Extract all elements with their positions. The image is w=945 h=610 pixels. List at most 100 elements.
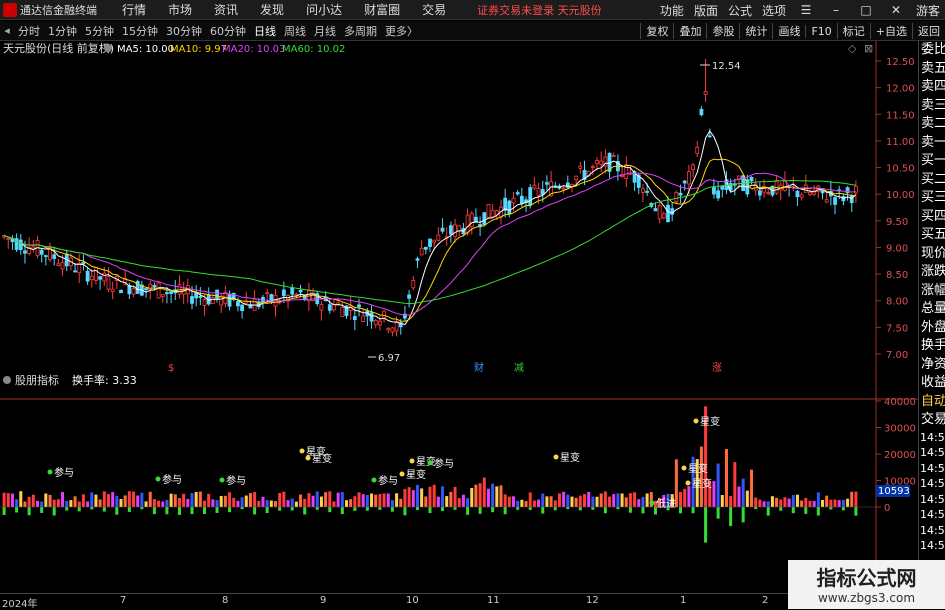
event-marker-dividend[interactable]: $ [168,363,174,374]
menu-trade[interactable]: 交易 [422,1,446,18]
menu-discover[interactable]: 发现 [260,1,284,18]
indicator-bar [119,499,123,507]
menu-market-quotes[interactable]: 行情 [122,1,146,18]
mark-button[interactable]: 标记 [836,23,870,39]
indicator-negative-bar [528,507,532,510]
annotation-dot [399,471,405,477]
menu-wealth[interactable]: 财富圈 [364,1,400,18]
watermark-url: www.zbgs3.com [817,591,916,605]
indicator-bar [415,484,419,507]
menu-layout[interactable]: 版面 [694,2,718,19]
indicator-bar [829,499,833,507]
period-tab-30min[interactable]: 30分钟 [166,23,202,39]
period-tab-monthly[interactable]: 月线 [314,23,336,39]
menu-function[interactable]: 功能 [660,2,684,19]
settings-icon[interactable] [104,44,112,52]
period-tab-intraday[interactable]: 分时 [18,23,40,39]
indicator-title[interactable]: 股朋指标 [15,373,59,387]
candle-body [712,187,716,195]
indicator-bar [161,501,165,507]
annotation-label: 星变 [312,452,332,465]
period-tab-multi[interactable]: 多周期 [344,23,377,39]
restore-rights-button[interactable]: 复权 [640,23,673,39]
period-tab-more[interactable]: 更多〉 [385,23,418,39]
indicator-bar [791,494,795,507]
menu-icon[interactable]: ☰ [796,3,816,17]
indicator-negative-bar [428,507,432,514]
minimize-icon[interactable]: – [826,3,846,17]
guest-label[interactable]: 游客 [916,2,940,19]
maximize-icon[interactable]: □ [856,3,876,17]
quote-row-label: 卖二 [921,116,945,131]
indicator-bar [687,486,691,507]
candle-body [265,292,270,295]
candle-body [89,275,94,280]
event-marker-finance[interactable]: 财 [474,361,484,374]
menu-options[interactable]: 选项 [762,2,786,19]
auto-trade-label[interactable]: 自动 [919,393,945,412]
indicator-bar [294,501,298,507]
indicator-bar [754,497,758,507]
add-watchlist-button[interactable]: +自选 [869,23,912,39]
indicator-settings-icon[interactable] [3,376,11,384]
trade-time: 14:5 [920,539,945,552]
sidebar-toggle-icon[interactable]: ◂ [0,24,14,37]
period-tab-15min[interactable]: 15分钟 [122,23,158,39]
indicator-bar [340,492,344,507]
indicator-bar [236,500,240,507]
indicator-bar [403,488,407,507]
trade-label[interactable]: 交易 [919,411,945,430]
indicator-metric: 换手率: 3.33 [72,373,137,387]
candle-body [440,227,445,232]
indicator-bar [620,493,624,507]
price-tick-label: 7.00 [886,350,908,361]
indicator-bar [127,491,131,507]
diamond-icon[interactable]: ◇ [848,42,857,55]
event-marker-reduce[interactable]: 减 [514,362,524,374]
menu-ask[interactable]: 问小达 [306,1,342,18]
drawing-button[interactable]: 画线 [772,23,805,39]
indicator-bar [390,500,394,507]
f10-button[interactable]: F10 [805,24,836,38]
candle-body [536,188,541,196]
period-tab-5min[interactable]: 5分钟 [85,23,114,39]
indicator-bar [532,500,536,507]
stock-chart[interactable]: 12.50 12.00 11.50 11.00 10.50 10.00 9.50 9.00 8.… [0,41,918,593]
event-marker-limit-up[interactable]: 涨 [712,362,722,374]
indicator-bar [612,494,616,507]
period-tab-1min[interactable]: 1分钟 [48,23,77,39]
back-button[interactable]: 返回 [912,23,945,39]
indicator-negative-bar [315,507,319,510]
annotation-dot [693,418,699,424]
indicator-bar [173,494,177,507]
menu-formula[interactable]: 公式 [728,2,752,19]
price-tick-label: 11.50 [886,110,915,121]
period-tab-daily[interactable]: 日线 [254,23,276,39]
indicator-bar [587,491,591,507]
indicator-bar [77,501,81,507]
shareholding-button[interactable]: 参股 [706,23,739,39]
candle-body [703,91,708,95]
statistics-button[interactable]: 统计 [739,23,772,39]
candle-body [210,297,215,305]
indicator-bar [370,493,374,507]
indicator-bar [762,501,766,507]
indicator-bar [737,486,741,507]
period-tab-weekly[interactable]: 周线 [284,23,306,39]
crosshair-icon[interactable]: ⊠ [864,42,873,55]
period-tab-60min[interactable]: 60分钟 [210,23,246,39]
overlay-button[interactable]: 叠加 [673,23,706,39]
indicator-bar [833,499,837,507]
candle-body [390,327,395,333]
candle-body [486,204,491,218]
menu-news[interactable]: 资讯 [214,1,238,18]
indicator-negative-bar [704,507,708,543]
candle-body [361,315,366,322]
candle-body [190,296,194,304]
quote-row-label: 总量 [921,301,945,316]
close-icon[interactable]: ✕ [886,3,906,17]
annotation-dot [685,480,691,486]
annotation-label: 星变 [688,462,708,475]
menu-market[interactable]: 市场 [168,1,192,18]
login-notice[interactable]: 证券交易未登录 天元股份 [477,2,602,18]
